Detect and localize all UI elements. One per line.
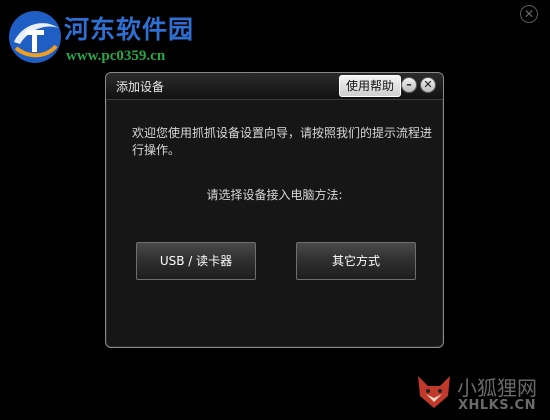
help-button[interactable]: 使用帮助 bbox=[339, 75, 402, 97]
watermark-site-url: www.pc0359.cn bbox=[66, 48, 166, 64]
connection-method-prompt: 请选择设备接入电脑方法: bbox=[206, 188, 343, 202]
dialog-titlebar: 添加设备 使用帮助 – ✕ bbox=[106, 73, 443, 100]
minimize-icon[interactable]: – bbox=[401, 77, 417, 93]
watermark2-url: XHLKS.CN bbox=[458, 398, 536, 413]
screen: 河东软件园 www.pc0359.cn ✕ 添加设备 使用帮助 – ✕ 欢迎您使… bbox=[0, 0, 550, 420]
other-method-button[interactable]: 其它方式 bbox=[296, 242, 416, 280]
add-device-dialog: 添加设备 使用帮助 – ✕ 欢迎您使用抓抓设备设置向导，请按照我们的提示流程进行… bbox=[105, 72, 444, 348]
hedong-logo-icon bbox=[9, 11, 61, 63]
outer-close-icon[interactable]: ✕ bbox=[520, 5, 538, 23]
watermark-site-name: 河东软件园 bbox=[64, 15, 195, 44]
close-icon[interactable]: ✕ bbox=[420, 77, 436, 93]
watermark2-name: 小狐狸网 bbox=[457, 376, 537, 400]
dialog-title: 添加设备 bbox=[116, 80, 165, 94]
fox-icon bbox=[418, 376, 450, 408]
usb-card-reader-button[interactable]: USB / 读卡器 bbox=[136, 242, 256, 280]
welcome-text: 欢迎您使用抓抓设备设置向导，请按照我们的提示流程进行操作。 bbox=[132, 126, 433, 157]
